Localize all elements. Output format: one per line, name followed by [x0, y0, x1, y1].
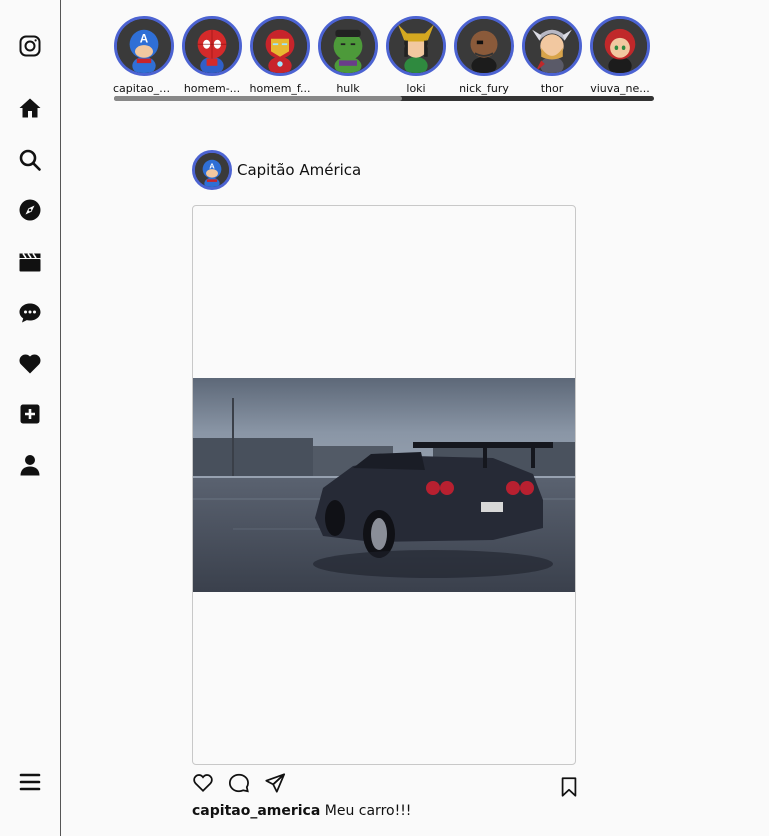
hero-avatar-icon: [389, 19, 443, 73]
story-item[interactable]: hulk: [317, 15, 379, 99]
svg-text:A: A: [140, 32, 149, 45]
explore-icon[interactable]: [17, 197, 43, 223]
profile-icon[interactable]: [17, 452, 43, 478]
story-item[interactable]: loki: [385, 15, 447, 99]
story-item[interactable]: nick_fury: [453, 15, 515, 99]
story-item[interactable]: viuva_ne...: [589, 15, 651, 99]
stories-scrollbar-thumb[interactable]: [114, 96, 402, 101]
hero-avatar-icon: A: [117, 19, 171, 73]
stories-tray: A capitao_a... homem-... homem_f... hulk: [113, 15, 655, 103]
home-icon[interactable]: [17, 95, 43, 121]
story-item[interactable]: A capitao_a...: [113, 15, 175, 99]
caption-username[interactable]: capitao_america: [192, 803, 320, 819]
post-caption: capitao_america Meu carro!!!: [192, 803, 411, 819]
story-avatar: [590, 16, 650, 76]
hero-avatar-icon: [593, 19, 647, 73]
story-item[interactable]: homem_f...: [249, 15, 311, 99]
stories-scrollbar[interactable]: [114, 96, 654, 101]
story-avatar: [454, 16, 514, 76]
reels-icon[interactable]: [17, 249, 43, 275]
post-header: A Capitão América: [192, 150, 361, 190]
story-item[interactable]: homem-...: [181, 15, 243, 99]
story-avatar: [250, 16, 310, 76]
story-username: homem-...: [183, 82, 241, 95]
story-avatar: [318, 16, 378, 76]
story-username: loki: [406, 82, 426, 95]
app-page: A capitao_a... homem-... homem_f... hulk: [0, 0, 769, 836]
story-username: thor: [540, 82, 564, 95]
story-username: homem_f...: [249, 82, 311, 95]
caption-text: Meu carro!!!: [320, 803, 412, 819]
post-actions: [192, 772, 578, 800]
search-icon[interactable]: [17, 147, 43, 173]
story-username: hulk: [336, 82, 360, 95]
post-author-avatar[interactable]: A: [192, 150, 232, 190]
hero-avatar-icon: [253, 19, 307, 73]
story-username: capitao_a...: [113, 82, 175, 95]
comment-icon[interactable]: [228, 772, 252, 796]
create-icon[interactable]: [17, 401, 43, 427]
story-avatar: A: [114, 16, 174, 76]
save-bookmark-icon[interactable]: [558, 776, 582, 800]
notifications-icon[interactable]: [17, 351, 43, 377]
hero-avatar-icon: [457, 19, 511, 73]
share-icon[interactable]: [264, 772, 288, 796]
hero-avatar-icon: [185, 19, 239, 73]
instagram-logo-icon[interactable]: [17, 33, 43, 59]
sidebar-nav: [0, 0, 61, 836]
like-icon[interactable]: [192, 772, 216, 796]
story-avatar: [522, 16, 582, 76]
menu-icon[interactable]: [17, 769, 43, 795]
story-item[interactable]: thor: [521, 15, 583, 99]
story-avatar: [182, 16, 242, 76]
messages-icon[interactable]: [17, 300, 43, 326]
story-username: viuva_ne...: [590, 82, 650, 95]
hero-avatar-icon: [321, 19, 375, 73]
post-photo[interactable]: [193, 378, 575, 592]
story-avatar: [386, 16, 446, 76]
svg-text:A: A: [209, 161, 215, 170]
story-username: nick_fury: [459, 82, 509, 95]
hero-avatar-icon: A: [195, 153, 229, 187]
post-author-name[interactable]: Capitão América: [237, 161, 361, 179]
post-media-frame: [192, 205, 576, 765]
hero-avatar-icon: [525, 19, 579, 73]
